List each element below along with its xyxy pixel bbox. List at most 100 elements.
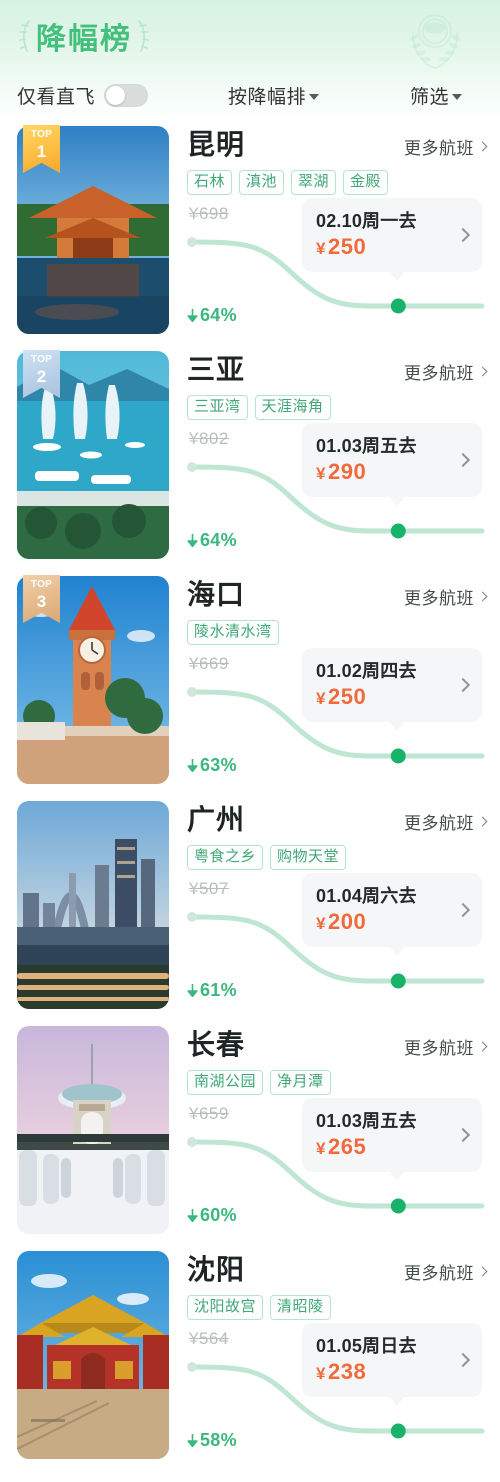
best-price-card[interactable]: 01.02周四去 ¥250	[302, 648, 482, 722]
destination-tag[interactable]: 沈阳故宫	[187, 1295, 264, 1320]
destination-thumbnail-wrap[interactable]	[17, 801, 169, 1009]
best-price-card[interactable]: 02.10周一去 ¥250	[302, 198, 482, 272]
destination-tag[interactable]: 天涯海角	[254, 395, 331, 420]
price-drop-ranking-page: 降幅榜 仅看直飞 按降幅排 筛选 TOP 1 昆明 更多航班 石林 滇池 翠湖 …	[0, 0, 500, 1482]
price-trend-zone: ¥669 63% 01.02周四去 ¥250	[187, 648, 486, 776]
destination-thumbnail-wrap[interactable]: TOP 1	[17, 125, 169, 334]
destination-tag[interactable]: 粤食之乡	[187, 845, 264, 870]
control-bar: 仅看直飞 按降幅排 筛选	[0, 73, 500, 117]
more-flights-link[interactable]: 更多航班	[404, 1259, 488, 1284]
destination-card[interactable]: 沈阳 更多航班 沈阳故宫 清昭陵 ¥564 58% 01.05周日去 ¥238	[0, 1245, 500, 1470]
destination-tag[interactable]: 陵水清水湾	[187, 620, 279, 645]
destination-name-row: 昆明 更多航班	[187, 128, 488, 166]
down-arrow-icon	[187, 534, 198, 547]
shenyang-palace-photo[interactable]	[17, 1251, 169, 1459]
destination-card[interactable]: 广州 更多航班 粤食之乡 购物天堂 ¥507 61% 01.04周六去 ¥200	[0, 795, 500, 1020]
destination-thumbnail-wrap[interactable]	[17, 1026, 169, 1234]
destination-content: 广州 更多航班 粤食之乡 购物天堂 ¥507 61% 01.04周六去 ¥200	[169, 795, 500, 1020]
laurel-right-icon	[138, 20, 149, 52]
destination-thumbnail-wrap[interactable]: TOP 3	[17, 575, 169, 784]
best-price-card[interactable]: 01.03周五去 ¥290	[302, 423, 482, 497]
destination-thumbnail-wrap[interactable]	[17, 1251, 169, 1459]
chevron-right-icon	[477, 141, 488, 152]
chevron-right-icon	[477, 1266, 488, 1277]
page-header: 降幅榜 仅看直飞 按降幅排 筛选	[0, 0, 500, 120]
original-price: ¥698	[189, 204, 229, 223]
price-drop-indicator: 60%	[187, 1205, 237, 1226]
current-price-value: 265	[327, 1133, 367, 1159]
destination-city-name: 长春	[187, 1029, 246, 1060]
chevron-down-icon	[452, 93, 463, 100]
currency-symbol: ¥	[316, 913, 326, 933]
guangzhou-skyline-photo[interactable]	[17, 801, 169, 1009]
more-flights-link[interactable]: 更多航班	[404, 359, 488, 384]
rank-badge-top-label: TOP	[30, 354, 53, 365]
destination-name-row: 海口 更多航班	[187, 578, 488, 616]
chevron-right-icon	[477, 366, 488, 377]
rank-badge-number: 1	[36, 142, 47, 161]
price-drop-percent: 64%	[200, 530, 237, 550]
sort-dropdown[interactable]: 按降幅排	[228, 82, 320, 109]
destination-tag[interactable]: 翠湖	[291, 170, 337, 195]
destination-city-name: 昆明	[187, 129, 246, 160]
destination-thumbnail-wrap[interactable]: TOP 2	[17, 350, 169, 559]
destination-tag[interactable]: 金殿	[343, 170, 389, 195]
depart-date: 02.10周一去	[316, 210, 417, 231]
current-price: ¥250	[316, 684, 458, 712]
currency-symbol: ¥	[316, 1138, 326, 1158]
destination-card[interactable]: TOP 1 昆明 更多航班 石林 滇池 翠湖 金殿 ¥698 64% 02.10…	[0, 120, 500, 345]
destination-city-name: 广州	[187, 804, 246, 835]
current-price: ¥290	[316, 459, 458, 487]
laurel-wreath-icon	[410, 14, 460, 69]
destination-card[interactable]: 长春 更多航班 南湖公园 净月潭 ¥659 60% 01.03周五去 ¥265	[0, 1020, 500, 1245]
depart-date: 01.03周五去	[316, 435, 417, 456]
destination-tag[interactable]: 三亚湾	[187, 395, 248, 420]
depart-date: 01.03周五去	[316, 1110, 417, 1131]
destination-tag[interactable]: 滇池	[239, 170, 285, 195]
more-flights-label: 更多航班	[404, 139, 474, 158]
original-price: ¥669	[189, 654, 229, 673]
chevron-right-icon	[455, 452, 471, 468]
destination-city-name: 沈阳	[187, 1254, 246, 1285]
destination-tag[interactable]: 清昭陵	[270, 1295, 331, 1320]
destination-tag[interactable]: 净月潭	[270, 1070, 331, 1095]
page-title-row: 降幅榜	[18, 14, 150, 58]
destination-content: 长春 更多航班 南湖公园 净月潭 ¥659 60% 01.03周五去 ¥265	[169, 1020, 500, 1245]
best-price-card[interactable]: 01.04周六去 ¥200	[302, 873, 482, 947]
laurel-left-icon	[19, 20, 30, 52]
current-price: ¥265	[316, 1134, 458, 1162]
price-trend-zone: ¥659 60% 01.03周五去 ¥265	[187, 1098, 486, 1226]
page-title: 降幅榜	[36, 23, 132, 56]
direct-flight-switch[interactable]	[104, 83, 149, 107]
more-flights-link[interactable]: 更多航班	[404, 134, 488, 159]
destination-tag[interactable]: 石林	[187, 170, 233, 195]
chevron-right-icon	[455, 902, 471, 918]
currency-symbol: ¥	[316, 1363, 326, 1383]
changchun-winter-pavilion-photo[interactable]	[17, 1026, 169, 1234]
rank-badge-top-label: TOP	[30, 129, 53, 140]
original-price: ¥802	[189, 429, 229, 448]
down-arrow-icon	[187, 1434, 198, 1447]
current-price-value: 200	[327, 908, 367, 934]
best-price-card[interactable]: 01.05周日去 ¥238	[302, 1323, 482, 1397]
chevron-right-icon	[455, 1127, 471, 1143]
more-flights-link[interactable]: 更多航班	[404, 1034, 488, 1059]
rank-badge-top-label: TOP	[30, 579, 53, 590]
destination-card[interactable]: TOP 3 海口 更多航班 陵水清水湾 ¥669 63% 01.02周四去 ¥2…	[0, 570, 500, 795]
price-drop-percent: 61%	[200, 980, 237, 1000]
destination-tag[interactable]: 南湖公园	[187, 1070, 264, 1095]
filter-dropdown[interactable]: 筛选	[410, 82, 463, 109]
more-flights-label: 更多航班	[404, 589, 474, 608]
more-flights-link[interactable]: 更多航班	[404, 584, 488, 609]
chevron-right-icon	[477, 1041, 488, 1052]
depart-date: 01.02周四去	[316, 660, 417, 681]
more-flights-link[interactable]: 更多航班	[404, 809, 488, 834]
price-drop-percent: 58%	[200, 1430, 237, 1450]
best-price-card[interactable]: 01.03周五去 ¥265	[302, 1098, 482, 1172]
direct-flight-toggle-group[interactable]: 仅看直飞	[17, 82, 149, 109]
destination-card[interactable]: TOP 2 三亚 更多航班 三亚湾 天涯海角 ¥802 64% 01.03周五去…	[0, 345, 500, 570]
current-price-value: 290	[327, 458, 367, 484]
rank-badge-number: 3	[36, 592, 47, 611]
destination-tag[interactable]: 购物天堂	[270, 845, 347, 870]
best-price-texts: 01.05周日去 ¥238	[316, 1334, 458, 1387]
